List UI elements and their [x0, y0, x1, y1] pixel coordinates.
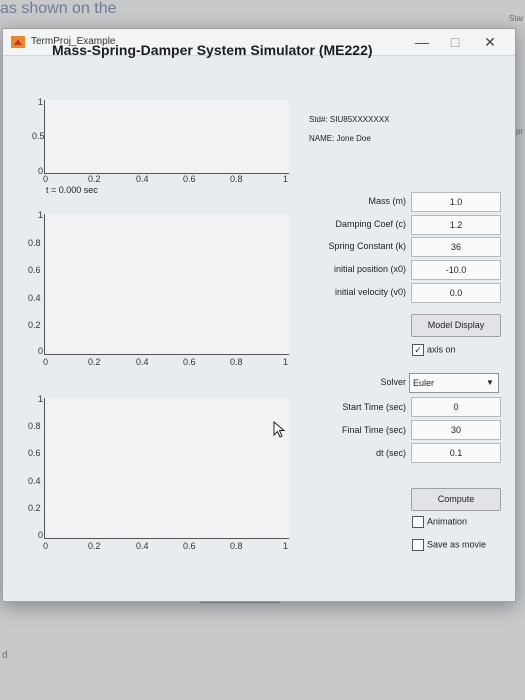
student-id: Std#: SIU85XXXXXXX — [309, 115, 390, 124]
x-tick-label: 0.2 — [88, 174, 101, 184]
x-tick-label: 0.6 — [183, 541, 196, 551]
x-tick-label: 0.4 — [136, 174, 149, 184]
x-tick-label: 0.8 — [230, 541, 243, 551]
start-time-field[interactable]: 0 — [411, 397, 501, 417]
x-tick-label: 1 — [283, 357, 289, 367]
final-time-field[interactable]: 30 — [411, 420, 501, 440]
animation-label: Animation — [427, 516, 468, 527]
final-time-label: Final Time (sec) — [341, 425, 406, 435]
y-tick-label: 0.2 — [28, 320, 41, 330]
axis-on-checkbox[interactable]: ✓ axis on — [412, 344, 456, 356]
spring-constant-label: Spring Constant (k) — [328, 241, 406, 251]
y-tick-label: 0 — [38, 346, 44, 356]
app-icon — [11, 36, 25, 48]
checkbox-box — [412, 516, 424, 528]
trajectory-plot — [44, 398, 289, 539]
initial-velocity-field[interactable]: 0.0 — [411, 283, 501, 303]
mass-label: Mass (m) — [368, 196, 407, 206]
y-tick-label: 1 — [38, 210, 44, 220]
x-tick-label: 0.4 — [136, 541, 149, 551]
x-tick-label: 0 — [43, 541, 49, 551]
dt-field[interactable]: 0.1 — [411, 443, 501, 463]
background-edge-text: Star — [509, 14, 524, 23]
y-tick-label: 0.8 — [28, 421, 41, 431]
position-plot — [44, 100, 289, 174]
x-tick-label: 0.2 — [88, 541, 101, 551]
initial-velocity-label: initial velocity (v0) — [334, 287, 406, 297]
damping-field[interactable]: 1.2 — [411, 215, 501, 235]
solver-value: Euler — [413, 378, 435, 388]
y-tick-label: 1 — [38, 394, 44, 404]
y-tick-label: 0.2 — [28, 503, 41, 513]
chevron-down-icon[interactable]: ▼ — [482, 374, 498, 392]
dt-label: dt (sec) — [375, 448, 406, 458]
y-tick-label: 0.4 — [28, 476, 41, 486]
x-tick-label: 0.6 — [183, 357, 196, 367]
y-tick-label: 0.8 — [28, 238, 41, 248]
save-movie-label: Save as movie — [427, 539, 487, 550]
checkbox-check-icon: ✓ — [412, 344, 424, 356]
y-tick-label: 0.6 — [28, 265, 41, 275]
x-tick-label: 0.2 — [88, 357, 101, 367]
x-tick-label: 0.8 — [230, 174, 243, 184]
x-tick-label: 1 — [283, 541, 289, 551]
y-tick-label: 0 — [38, 530, 44, 540]
x-tick-label: 0.8 — [230, 357, 243, 367]
background-text-fragment: as shown on the — [0, 0, 117, 17]
x-tick-label: 0.6 — [183, 174, 196, 184]
animation-checkbox[interactable]: Animation — [412, 516, 467, 528]
x-tick-label: 1 — [283, 174, 289, 184]
spring-constant-field[interactable]: 36 — [411, 237, 501, 257]
y-tick-label: 0.4 — [28, 293, 41, 303]
app-title: Mass-Spring-Damper System Simulator (ME2… — [52, 42, 373, 58]
x-tick-label: 0 — [43, 174, 49, 184]
y-tick-label: 1 — [38, 97, 44, 107]
response-plot — [44, 214, 289, 355]
close-button[interactable]: ✕ — [477, 31, 503, 53]
background-corner-text: d — [2, 650, 8, 661]
y-tick-label: 0.5 — [32, 131, 45, 141]
solver-label: Solver — [380, 377, 406, 387]
checkbox-box — [412, 539, 424, 551]
solver-dropdown[interactable]: Euler ▼ — [409, 373, 499, 393]
initial-position-label: initial position (x0) — [333, 264, 406, 274]
background-edge-text: pr — [516, 127, 524, 136]
start-time-label: Start Time (sec) — [342, 402, 406, 412]
student-name: NAME: Jone Doe — [309, 134, 371, 143]
damping-label: Damping Coef (c) — [335, 219, 406, 229]
x-tick-label: 0 — [43, 357, 49, 367]
x-tick-label: 0.4 — [136, 357, 149, 367]
model-display-button[interactable]: Model Display — [411, 314, 501, 337]
axis-on-label: axis on — [427, 344, 456, 355]
save-movie-checkbox[interactable]: Save as movie — [412, 539, 486, 551]
y-tick-label: 0.6 — [28, 448, 41, 458]
maximize-button[interactable]: □ — [442, 31, 468, 53]
mass-field[interactable]: 1.0 — [411, 192, 501, 212]
compute-button[interactable]: Compute — [411, 488, 501, 511]
initial-position-field[interactable]: -10.0 — [411, 260, 501, 280]
minimize-button[interactable]: — — [409, 31, 435, 53]
mouse-pointer-icon — [273, 421, 286, 438]
time-readout: t = 0.000 sec — [46, 185, 98, 195]
